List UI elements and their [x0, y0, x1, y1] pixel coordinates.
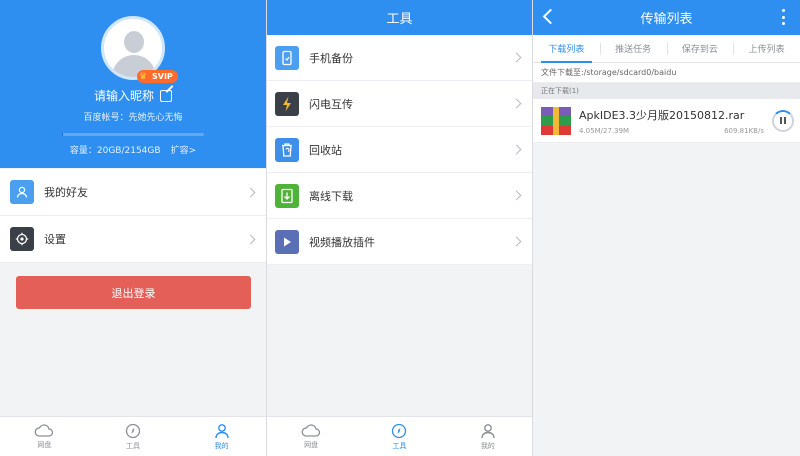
nickname-row[interactable]: 请输入昵称: [0, 87, 266, 104]
tab-download-list[interactable]: 下载列表: [533, 35, 600, 63]
tool-item-label: 回收站: [309, 143, 342, 157]
download-info: ApkIDE3.3少月版20150812.rar 4.05M/27.39M 60…: [579, 107, 772, 135]
tab-tools[interactable]: 工具: [89, 417, 178, 456]
chevron-right-icon: [511, 98, 522, 109]
expand-link[interactable]: 扩容>: [171, 143, 197, 156]
tool-item-label: 离线下载: [309, 189, 353, 203]
tab-mine[interactable]: 我的: [177, 417, 266, 456]
tool-item-video-plugin[interactable]: 视频播放插件: [267, 219, 532, 265]
tab-save-to-cloud[interactable]: 保存到云: [666, 35, 734, 62]
chevron-right-icon: [511, 52, 522, 63]
chevron-right-icon: [511, 236, 522, 247]
edit-icon[interactable]: [160, 89, 172, 102]
profile-screen: ♛ SVIP 请输入昵称 百度帐号：先她先心无悔 容量：20GB/2154GB …: [0, 0, 266, 456]
rar-archive-icon: [541, 106, 571, 135]
tab-upload-list[interactable]: 上传列表: [733, 35, 800, 62]
page-title: 工具: [386, 12, 413, 27]
logout-button[interactable]: 退出登录: [16, 276, 251, 309]
nickname-text: 请输入昵称: [93, 89, 154, 103]
chevron-right-icon: [511, 190, 522, 201]
person-icon: [481, 423, 495, 438]
tools-title-bar: 工具: [267, 0, 532, 35]
tool-item-phone-backup[interactable]: 手机备份: [267, 35, 532, 81]
cloud-icon: [34, 423, 54, 437]
tools-screen: 工具 手机备份 闪电互传 回收站 离线下载 视频播放插件 网盘 工具 我的: [266, 0, 532, 456]
tool-item-offline-download[interactable]: 离线下载: [267, 173, 532, 219]
chevron-right-icon: [245, 187, 256, 197]
chevron-right-icon: [245, 234, 256, 244]
menu-item-label: 我的好友: [44, 186, 88, 199]
tool-item-label: 闪电互传: [309, 97, 353, 111]
tab-mine[interactable]: 我的: [444, 417, 532, 456]
tab-netdisk[interactable]: 网盘: [267, 417, 355, 456]
lightning-icon: [275, 91, 299, 116]
download-meta: 4.05M/27.39M 609.81KB/s: [579, 127, 772, 135]
menu-item-friends[interactable]: 我的好友: [0, 169, 266, 216]
tool-item-label: 手机备份: [309, 51, 353, 65]
bottom-tab-bar: 网盘 工具 我的: [0, 416, 266, 456]
person-icon: [214, 423, 229, 438]
video-play-icon: [275, 229, 299, 254]
download-file-name: ApkIDE3.3少月版20150812.rar: [579, 108, 745, 122]
tool-item-recycle-bin[interactable]: 回收站: [267, 127, 532, 173]
recycle-bin-icon: [275, 137, 299, 162]
svip-badge: ♛ SVIP: [137, 70, 178, 83]
transfer-tabs: 下载列表 推送任务 保存到云 上传列表: [533, 35, 800, 63]
profile-menu: 我的好友 设置: [0, 169, 266, 263]
tab-push-tasks[interactable]: 推送任务: [599, 35, 667, 62]
download-path: 文件下载至:/storage/sdcard0/baidu: [533, 63, 800, 83]
profile-header: ♛ SVIP 请输入昵称 百度帐号：先她先心无悔 容量：20GB/2154GB …: [0, 0, 266, 168]
transfer-title-bar: 传输列表: [533, 0, 800, 35]
bottom-tab-bar: 网盘 工具 我的: [267, 416, 532, 456]
cloud-icon: [301, 423, 321, 437]
compass-icon: [392, 423, 407, 438]
back-arrow-icon[interactable]: [542, 8, 559, 25]
download-size: 4.05M/27.39M: [579, 126, 630, 135]
section-header-downloading: 正在下载(1): [533, 83, 800, 99]
tool-item-lightning-transfer[interactable]: 闪电互传: [267, 81, 532, 127]
chevron-right-icon: [511, 144, 522, 155]
download-item[interactable]: ApkIDE3.3少月版20150812.rar 4.05M/27.39M 60…: [533, 99, 800, 143]
quota-progress-bar: [62, 133, 204, 136]
tab-tools[interactable]: 工具: [355, 417, 443, 456]
download-speed: 609.81KB/s: [724, 126, 764, 135]
quota-progress-fill: [62, 133, 64, 136]
page-title: 传输列表: [640, 12, 693, 27]
account-name: 百度帐号：先她先心无悔: [83, 113, 183, 123]
quota-label: 容量：20GB/2154GB: [69, 146, 161, 156]
tool-item-label: 视频播放插件: [309, 235, 375, 249]
quota-line: 容量：20GB/2154GB 扩容>: [0, 143, 266, 156]
friends-icon: [10, 180, 34, 204]
pause-icon[interactable]: [772, 109, 794, 132]
transfer-screen: 传输列表 下载列表 推送任务 保存到云 上传列表 文件下载至:/storage/…: [532, 0, 800, 456]
offline-download-icon: [275, 183, 299, 208]
phone-backup-icon: [275, 45, 299, 70]
more-menu-icon[interactable]: [782, 9, 786, 25]
menu-item-label: 设置: [44, 233, 66, 246]
crown-icon: ♛: [139, 72, 148, 82]
menu-item-settings[interactable]: 设置: [0, 216, 266, 263]
tab-netdisk[interactable]: 网盘: [0, 417, 89, 456]
compass-icon: [125, 423, 141, 438]
settings-gear-icon: [10, 227, 34, 251]
tools-list: 手机备份 闪电互传 回收站 离线下载 视频播放插件: [267, 35, 532, 265]
